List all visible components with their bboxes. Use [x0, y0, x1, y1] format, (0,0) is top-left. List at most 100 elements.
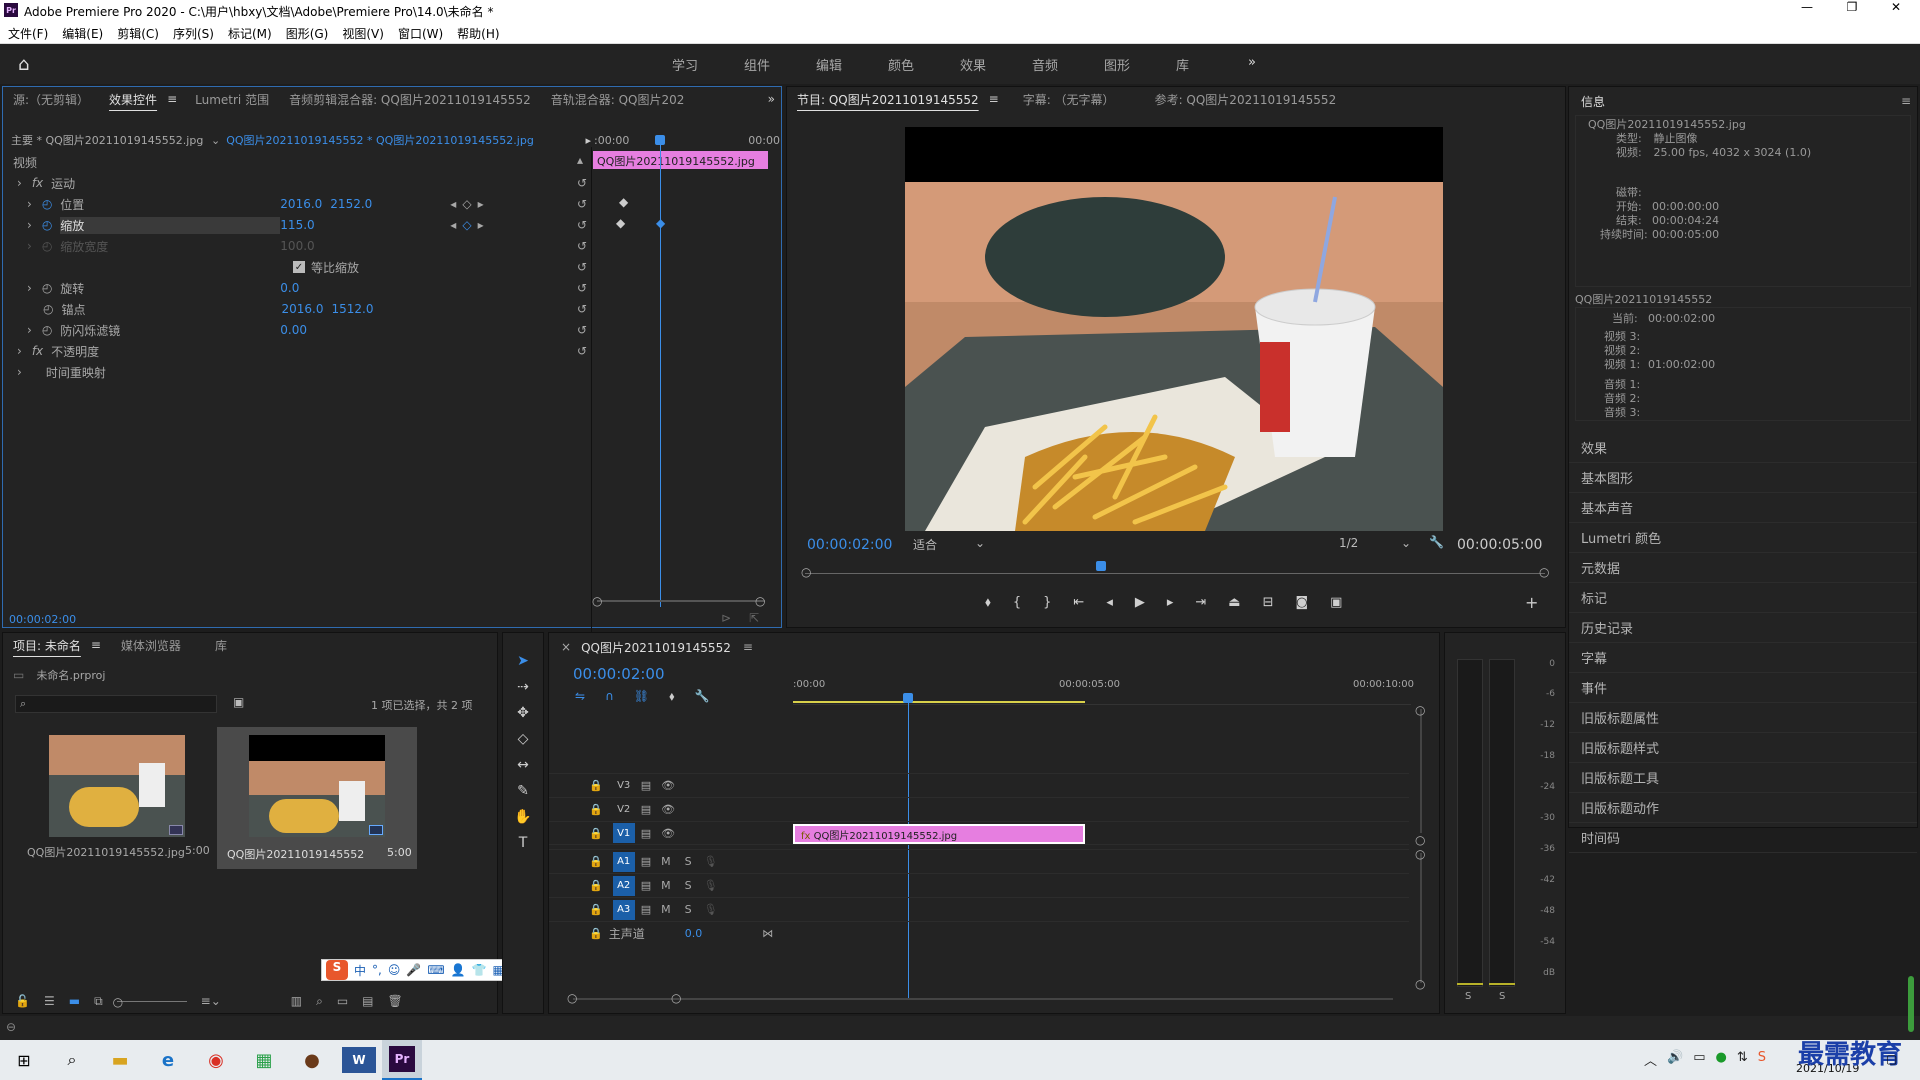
reset-flicker-icon[interactable]: ↺: [577, 323, 587, 337]
workspace-effects[interactable]: 效果: [960, 55, 1032, 74]
lock-track-icon[interactable]: 🔒: [589, 827, 603, 840]
panel-legacy-title-properties[interactable]: 旧版标题属性: [1569, 703, 1917, 733]
comparison-view-icon[interactable]: ▣: [1330, 595, 1342, 610]
track-select-tool-icon[interactable]: ⇢: [517, 679, 529, 695]
clip-path[interactable]: QQ图片20211019145552 * QQ图片20211019145552.…: [226, 132, 534, 148]
go-to-in-icon[interactable]: ⇤: [1073, 595, 1084, 610]
new-bin-from-search-icon[interactable]: ▣: [233, 695, 244, 709]
stopwatch-position-icon[interactable]: ◴: [42, 197, 52, 211]
timeline-settings-icon[interactable]: 🔧: [695, 689, 710, 704]
panel-effects[interactable]: 效果: [1569, 433, 1917, 463]
keyframe-scale-2[interactable]: ◆: [656, 216, 665, 230]
sequence-menu-icon[interactable]: ≡: [743, 640, 753, 654]
freeform-view-icon[interactable]: ⧉: [94, 994, 103, 1009]
project-item[interactable]: QQ图片20211019145552.jpg 5:00: [17, 727, 213, 867]
microphone-icon[interactable]: 🎙: [704, 879, 718, 892]
panel-events[interactable]: 事件: [1569, 673, 1917, 703]
v-scroll-handle-mid[interactable]: ○: [1415, 833, 1425, 847]
menu-file[interactable]: 文件(F): [8, 25, 48, 42]
user-icon[interactable]: 👤: [451, 963, 466, 977]
skin-icon[interactable]: 👕: [472, 963, 487, 977]
lock-track-icon[interactable]: 🔒: [589, 803, 603, 816]
clip-dropdown-icon[interactable]: ⌄: [211, 134, 220, 147]
sort-icon[interactable]: ≡⌄: [201, 994, 221, 1008]
h-scroll-right-handle[interactable]: ○: [671, 991, 681, 1005]
type-tool-icon[interactable]: T: [519, 835, 528, 851]
ime-toolbar[interactable]: S 中 °, ☺ 🎤 ⌨ 👤 👕 ▦: [321, 959, 529, 981]
stopwatch-anchor-icon[interactable]: ◴: [43, 302, 53, 316]
add-marker-icon[interactable]: ⬧: [669, 689, 674, 704]
button-editor-icon[interactable]: +: [1525, 593, 1538, 612]
display-icon[interactable]: ▭: [1693, 1050, 1705, 1069]
program-scrubber[interactable]: ○ ○: [801, 561, 1549, 581]
reset-scale-icon[interactable]: ↺: [577, 218, 587, 232]
expand-opacity-icon[interactable]: ›: [17, 344, 22, 358]
keyboard-icon[interactable]: ⌨: [427, 963, 444, 977]
menu-markers[interactable]: 标记(M): [228, 25, 272, 42]
hand-tool-icon[interactable]: ✋: [514, 809, 531, 825]
tray-chevron-up-icon[interactable]: ︿: [1644, 1050, 1657, 1069]
program-playhead[interactable]: [1096, 561, 1106, 571]
master-volume-value[interactable]: 0.0: [685, 927, 703, 940]
expand-rotation-icon[interactable]: ›: [27, 281, 32, 295]
workspace-learn[interactable]: 学习: [672, 55, 744, 74]
clear-icon[interactable]: 🗑: [388, 994, 403, 1008]
next-keyframe-icon[interactable]: ▸: [478, 218, 484, 232]
stopwatch-scale-icon[interactable]: ◴: [42, 218, 52, 232]
punctuation-icon[interactable]: °,: [372, 963, 382, 977]
mute-button[interactable]: M: [661, 879, 671, 892]
export-frame-icon[interactable]: ◙: [1296, 595, 1309, 610]
ec-zoom-bar[interactable]: [597, 600, 765, 602]
lift-icon[interactable]: ⏏: [1228, 595, 1240, 610]
expand-motion-icon[interactable]: ›: [17, 176, 22, 190]
ec-playhead-handle[interactable]: [655, 135, 665, 145]
sogou-tray-icon[interactable]: S: [1758, 1050, 1766, 1069]
razor-tool-icon[interactable]: ◇: [518, 731, 529, 747]
tab-captions[interactable]: 字幕: （无字幕）: [1013, 91, 1125, 108]
automate-to-sequence-icon[interactable]: ▥: [291, 994, 302, 1008]
uniform-scale-checkbox[interactable]: ✓: [293, 261, 305, 273]
tab-media-browser[interactable]: 媒体浏览器: [111, 637, 191, 654]
add-keyframe-icon[interactable]: ◇: [462, 218, 471, 232]
workspace-assembly[interactable]: 组件: [744, 55, 816, 74]
reset-uniform-icon[interactable]: ↺: [577, 260, 587, 274]
menu-clip[interactable]: 剪辑(C): [117, 25, 159, 42]
anchor-y-value[interactable]: 1512.0: [331, 302, 373, 316]
play-only-icon[interactable]: ▸: [585, 134, 591, 147]
panel-history[interactable]: 历史记录: [1569, 613, 1917, 643]
reset-opacity-icon[interactable]: ↺: [577, 344, 587, 358]
program-menu-icon[interactable]: ≡: [989, 92, 999, 106]
solo-left-button[interactable]: S: [1465, 991, 1471, 1002]
zoom-slider-handle[interactable]: ○: [113, 995, 123, 1009]
work-area-bar[interactable]: [793, 701, 1085, 703]
tab-source[interactable]: 源:（无剪辑）: [3, 91, 99, 108]
track-a3-label[interactable]: A3: [612, 899, 635, 920]
panel-metadata[interactable]: 元数据: [1569, 553, 1917, 583]
master-clip-label[interactable]: 主要 * QQ图片20211019145552.jpg: [11, 132, 211, 148]
pen-tool-icon[interactable]: ✎: [517, 783, 529, 799]
keyframe-position[interactable]: ◆: [619, 195, 628, 209]
microphone-icon[interactable]: 🎙: [704, 855, 718, 868]
menu-edit[interactable]: 编辑(E): [62, 25, 103, 42]
icon-view-icon[interactable]: ▬: [69, 994, 80, 1008]
app-round-icon[interactable]: ●: [288, 1050, 336, 1071]
project-search-input[interactable]: ⌕: [15, 695, 217, 713]
position-y-value[interactable]: 2152.0: [330, 197, 450, 211]
track-v3-label[interactable]: V3: [613, 776, 635, 796]
tab-reference[interactable]: 参考: QQ图片20211019145552: [1145, 91, 1347, 108]
rotation-value[interactable]: 0.0: [280, 281, 299, 295]
overflow-tabs-icon[interactable]: »: [768, 92, 775, 106]
sync-lock-icon[interactable]: ▤: [641, 903, 651, 916]
project-menu-icon[interactable]: ≡: [91, 638, 101, 652]
sync-lock-icon[interactable]: ▤: [641, 827, 651, 840]
position-x-value[interactable]: 2016.0: [280, 197, 330, 211]
status-scrollbar[interactable]: [1908, 976, 1914, 1032]
master-end-icon[interactable]: ⋈: [762, 927, 773, 940]
workspace-editing[interactable]: 编辑: [816, 55, 888, 74]
microphone-icon[interactable]: 🎙: [704, 903, 718, 916]
workspace-libraries[interactable]: 库: [1176, 55, 1248, 74]
add-marker-icon[interactable]: ⬧: [985, 595, 991, 610]
solo-button[interactable]: S: [685, 903, 692, 916]
panel-captions[interactable]: 字幕: [1569, 643, 1917, 673]
maximize-icon[interactable]: ❐: [1840, 0, 1864, 20]
